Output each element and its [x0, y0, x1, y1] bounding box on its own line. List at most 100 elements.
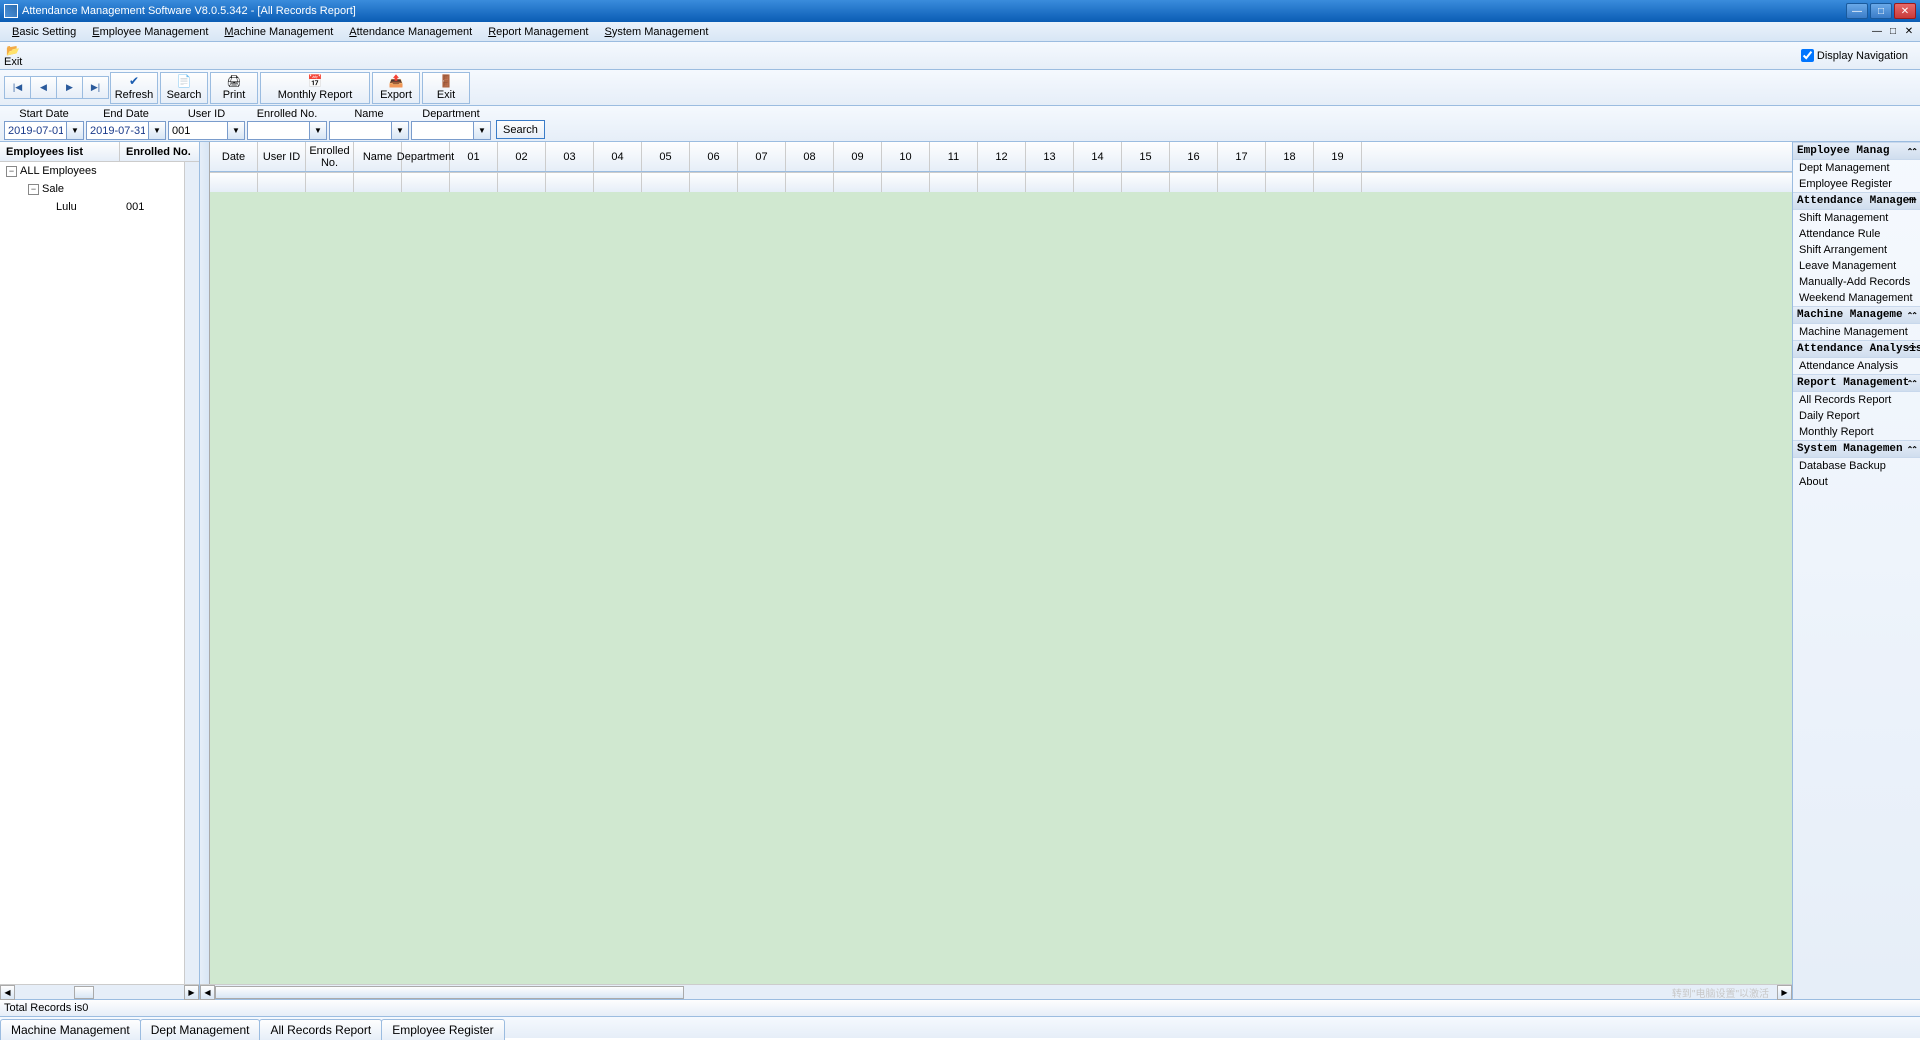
nav-next-button[interactable]: ▶ [56, 76, 83, 99]
nav-section-attendance-managem[interactable]: Attendance Managem⌃⌃ [1793, 192, 1920, 210]
grid-col-day-11[interactable]: 11 [930, 142, 978, 171]
scroll-thumb[interactable] [215, 986, 684, 999]
nav-link-shift-management[interactable]: Shift Management [1793, 210, 1920, 226]
nav-link-employee-register[interactable]: Employee Register [1793, 176, 1920, 192]
grid-col-name[interactable]: Name [354, 142, 402, 171]
filter-search-button[interactable]: Search [496, 120, 545, 139]
mdi-close-button[interactable]: ✕ [1902, 25, 1916, 39]
nav-section-system-managemen[interactable]: System Managemen⌃⌃ [1793, 440, 1920, 458]
name-dropdown-icon[interactable]: ▼ [392, 121, 409, 140]
grid-col-day-19[interactable]: 19 [1314, 142, 1362, 171]
scroll-right-icon[interactable]: ▶ [184, 985, 199, 1000]
nav-last-button[interactable]: ▶| [82, 76, 109, 99]
search-button[interactable]: 📄 Search [160, 72, 208, 104]
nav-prev-button[interactable]: ◀ [30, 76, 57, 99]
grid-col-day-01[interactable]: 01 [450, 142, 498, 171]
enrolled-dropdown-icon[interactable]: ▼ [310, 121, 327, 140]
userid-dropdown-icon[interactable]: ▼ [228, 121, 245, 140]
grid-col-day-15[interactable]: 15 [1122, 142, 1170, 171]
tab-all-records-report[interactable]: All Records Report [259, 1019, 382, 1040]
scroll-left-icon[interactable]: ◀ [200, 985, 215, 1000]
collapse-icon[interactable]: − [6, 166, 17, 177]
grid-col-day-08[interactable]: 08 [786, 142, 834, 171]
grid-horizontal-scrollbar[interactable]: ◀ 转到"电脑设置"以激活 ▶ [200, 984, 1792, 999]
nav-link-database-backup[interactable]: Database Backup [1793, 458, 1920, 474]
menu-attendance-management[interactable]: Attendance Management [341, 24, 480, 40]
menu-system-management[interactable]: System Management [597, 24, 717, 40]
nav-link-machine-management[interactable]: Machine Management [1793, 324, 1920, 340]
nav-link-all-records-report[interactable]: All Records Report [1793, 392, 1920, 408]
nav-link-attendance-rule[interactable]: Attendance Rule [1793, 226, 1920, 242]
tree-vertical-scrollbar[interactable] [184, 162, 199, 984]
nav-link-daily-report[interactable]: Daily Report [1793, 408, 1920, 424]
tree-employee-lulu[interactable]: Lulu 001 [0, 198, 184, 216]
nav-link-weekend-management[interactable]: Weekend Management [1793, 290, 1920, 306]
nav-link-dept-management[interactable]: Dept Management [1793, 160, 1920, 176]
grid-col-day-07[interactable]: 07 [738, 142, 786, 171]
department-dropdown-icon[interactable]: ▼ [474, 121, 491, 140]
close-button[interactable]: ✕ [1894, 3, 1916, 19]
grid-col-day-13[interactable]: 13 [1026, 142, 1074, 171]
tree-dept-sale[interactable]: − Sale [0, 180, 184, 198]
tab-employee-register[interactable]: Employee Register [381, 1019, 504, 1040]
grid-col-day-04[interactable]: 04 [594, 142, 642, 171]
display-navigation-toggle[interactable]: Display Navigation [1801, 49, 1916, 62]
refresh-button[interactable]: ✔ Refresh [110, 72, 158, 104]
grid-col-day-10[interactable]: 10 [882, 142, 930, 171]
userid-input[interactable] [168, 121, 228, 140]
display-navigation-checkbox[interactable] [1801, 49, 1814, 62]
grid-col-day-12[interactable]: 12 [978, 142, 1026, 171]
start-date-input[interactable] [4, 121, 67, 140]
grid-col-day-09[interactable]: 09 [834, 142, 882, 171]
grid-col-day-05[interactable]: 05 [642, 142, 690, 171]
maximize-button[interactable]: □ [1870, 3, 1892, 19]
minimize-button[interactable]: — [1846, 3, 1868, 19]
nav-link-manually-add-records[interactable]: Manually-Add Records [1793, 274, 1920, 290]
enrolled-input[interactable] [247, 121, 310, 140]
menu-basic-setting[interactable]: Basic Setting [4, 24, 84, 40]
nav-section-employee-manag[interactable]: Employee Manag⌃⌃ [1793, 142, 1920, 160]
scroll-thumb[interactable] [74, 986, 94, 999]
grid-col-day-17[interactable]: 17 [1218, 142, 1266, 171]
employee-tree[interactable]: − ALL Employees − Sale Lulu 001 [0, 162, 184, 984]
end-date-input[interactable] [86, 121, 149, 140]
nav-link-shift-arrangement[interactable]: Shift Arrangement [1793, 242, 1920, 258]
name-input[interactable] [329, 121, 392, 140]
scroll-right-icon[interactable]: ▶ [1777, 985, 1792, 1000]
grid-col-day-02[interactable]: 02 [498, 142, 546, 171]
nav-link-about[interactable]: About [1793, 474, 1920, 490]
mdi-minimize-button[interactable]: — [1870, 25, 1884, 39]
grid-col-department[interactable]: Department [402, 142, 450, 171]
menu-machine-management[interactable]: Machine Management [216, 24, 341, 40]
grid-col-day-14[interactable]: 14 [1074, 142, 1122, 171]
grid-col-day-16[interactable]: 16 [1170, 142, 1218, 171]
grid-col-enrolled-no-[interactable]: Enrolled No. [306, 142, 354, 171]
scroll-left-icon[interactable]: ◀ [0, 985, 15, 1000]
nav-link-leave-management[interactable]: Leave Management [1793, 258, 1920, 274]
tab-dept-management[interactable]: Dept Management [140, 1019, 261, 1040]
toolbar-exit-button[interactable]: 🚪 Exit [422, 72, 470, 104]
tree-root-all-employees[interactable]: − ALL Employees [0, 162, 184, 180]
monthly-report-button[interactable]: 📅 Monthly Report [260, 72, 370, 104]
export-button[interactable]: 📤 Export [372, 72, 420, 104]
end-date-dropdown-icon[interactable]: ▼ [149, 121, 166, 140]
grid-col-day-18[interactable]: 18 [1266, 142, 1314, 171]
collapse-icon[interactable]: − [28, 184, 39, 195]
tree-horizontal-scrollbar[interactable]: ◀ ▶ [0, 984, 199, 999]
nav-first-button[interactable]: |◀ [4, 76, 31, 99]
mdi-restore-button[interactable]: □ [1886, 25, 1900, 39]
menu-report-management[interactable]: Report Management [480, 24, 596, 40]
grid-col-day-03[interactable]: 03 [546, 142, 594, 171]
nav-section-attendance-analysis[interactable]: Attendance Analysis⌃⌃ [1793, 340, 1920, 358]
department-input[interactable] [411, 121, 474, 140]
nav-link-attendance-analysis[interactable]: Attendance Analysis [1793, 358, 1920, 374]
print-button[interactable]: 🖨 Print [210, 72, 258, 104]
nav-link-monthly-report[interactable]: Monthly Report [1793, 424, 1920, 440]
start-date-dropdown-icon[interactable]: ▼ [67, 121, 84, 140]
nav-section-report-management[interactable]: Report Management⌃⌃ [1793, 374, 1920, 392]
grid-col-day-06[interactable]: 06 [690, 142, 738, 171]
tab-machine-management[interactable]: Machine Management [0, 1019, 141, 1040]
grid-col-date[interactable]: Date [210, 142, 258, 171]
grid-col-user-id[interactable]: User ID [258, 142, 306, 171]
menu-employee-management[interactable]: Employee Management [84, 24, 216, 40]
